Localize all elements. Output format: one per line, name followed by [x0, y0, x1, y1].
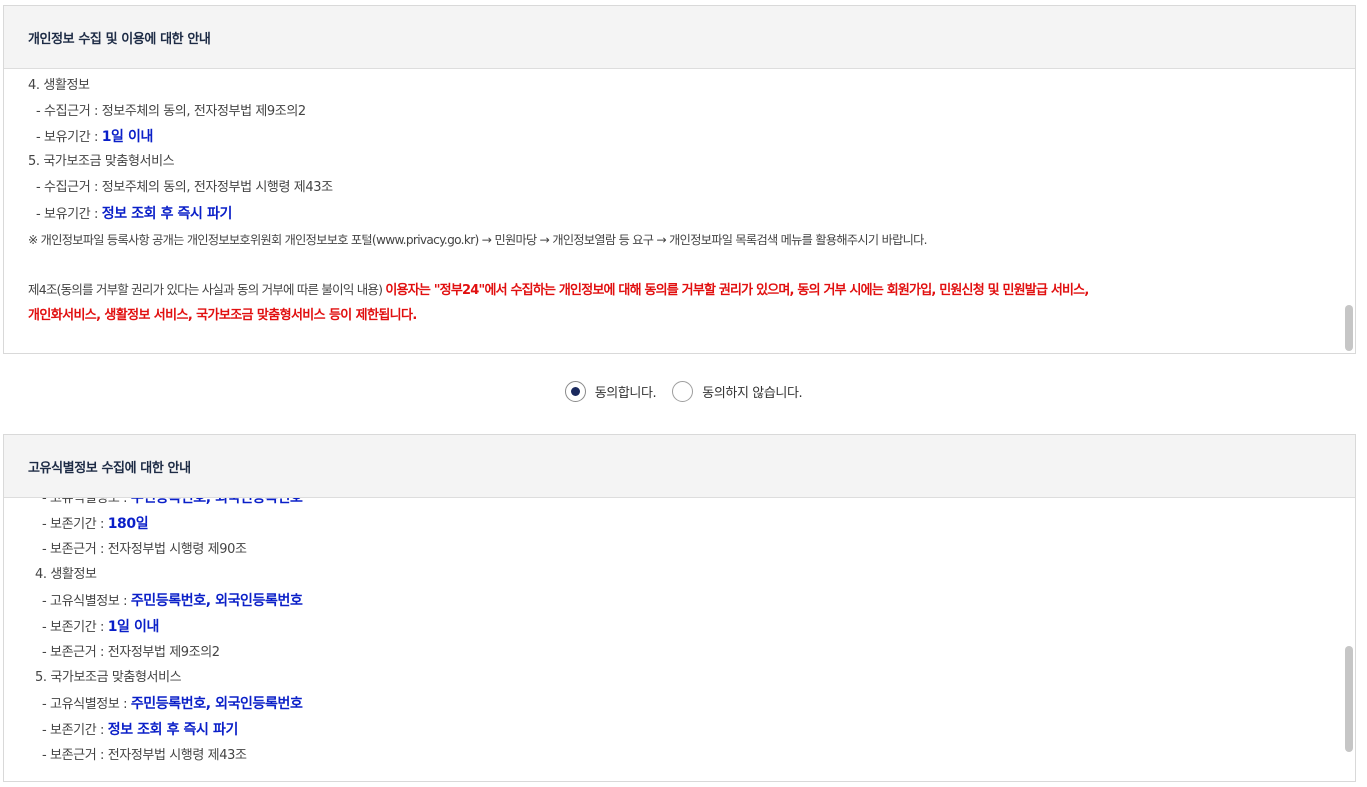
- agree-radio[interactable]: 동의합니다.: [564, 380, 657, 402]
- agree-radio-label[interactable]: 동의합니다.: [595, 382, 657, 401]
- item4-period: - 보유기간 : 1일 이내: [36, 124, 153, 150]
- unique-id-notice-body[interactable]: - 고유식별정보 : 주민등록번호, 외국인등록번호 - 보존기간 : 180일…: [4, 498, 1355, 781]
- item4-basis-value: 정보주체의 동의, 전자정부법 제9조의2: [101, 104, 306, 119]
- article4-line1: 제4조(동의를 거부할 권리가 있다는 사실과 동의 거부에 따른 불이익 내용…: [28, 277, 1089, 303]
- prev-basis: - 보존근거 : 전자정부법 시행령 제90조: [42, 537, 247, 563]
- article4-intro: 제4조(동의를 거부할 권리가 있다는 사실과 동의 거부에 따른 불이익 내용…: [28, 282, 386, 297]
- p2-item4-basis-value: 전자정부법 제9조의2: [107, 645, 220, 660]
- agree-radio-circle[interactable]: [564, 380, 586, 402]
- item5-period-value: 정보 조회 후 즉시 파기: [101, 206, 233, 222]
- privacy-notice-scrollbar[interactable]: [1345, 305, 1353, 351]
- clipped-id-value: 주민등록번호, 외국인등록번호: [130, 498, 303, 506]
- item4-heading: 4. 생활정보: [28, 78, 90, 93]
- p2-item4-heading: 4. 생활정보: [35, 567, 97, 582]
- privacy-notice-body[interactable]: 4. 생활정보 - 수집근거 : 정보주체의 동의, 전자정부법 제9조의2 -…: [4, 69, 1355, 353]
- p2-item4-period: - 보존기간 : 1일 이내: [42, 614, 159, 640]
- unique-id-notice-title: 고유식별정보 수집에 대한 안내: [4, 435, 1355, 498]
- privacy-portal-note: ※ 개인정보파일 등록사항 공개는 개인정보보호위원회 개인정보보호 포털(ww…: [28, 233, 928, 247]
- item4-period-label: - 보유기간 :: [36, 130, 102, 145]
- p2-item4-basis-label: - 보존근거 :: [42, 645, 108, 660]
- prev-period: - 보존기간 : 180일: [42, 511, 149, 537]
- p2-item4-id-value: 주민등록번호, 외국인등록번호: [130, 593, 303, 609]
- p2-item4-period-value: 1일 이내: [107, 619, 160, 635]
- item4-basis-label: - 수집근거 :: [36, 104, 102, 119]
- item5-heading: 5. 국가보조금 맞춤형서비스: [28, 154, 175, 169]
- disagree-radio[interactable]: 동의하지 않습니다.: [672, 380, 803, 402]
- unique-id-notice-panel: 고유식별정보 수집에 대한 안내 - 고유식별정보 : 주민등록번호, 외국인등…: [3, 434, 1356, 782]
- clipped-id-label: - 고유식별정보 :: [42, 498, 131, 506]
- p2-item5-period-label: - 보존기간 :: [42, 723, 108, 738]
- p2-item5-basis: - 보존근거 : 전자정부법 시행령 제43조: [42, 743, 247, 769]
- p2-item4-basis: - 보존근거 : 전자정부법 제9조의2: [42, 640, 220, 666]
- p2-item5-id: - 고유식별정보 : 주민등록번호, 외국인등록번호: [42, 691, 303, 717]
- prev-period-value: 180일: [107, 516, 149, 532]
- item4-basis: - 수집근거 : 정보주체의 동의, 전자정부법 제9조의2: [36, 99, 306, 125]
- p2-item5-basis-value: 전자정부법 시행령 제43조: [107, 748, 247, 763]
- item5-period-label: - 보유기간 :: [36, 207, 102, 222]
- disagree-radio-label[interactable]: 동의하지 않습니다.: [702, 382, 802, 401]
- article4-warning-part2: 개인화서비스, 생활정보 서비스, 국가보조금 맞춤형서비스 등이 제한됩니다.: [28, 308, 417, 323]
- p2-item5-heading: 5. 국가보조금 맞춤형서비스: [35, 670, 182, 685]
- disagree-radio-circle[interactable]: [672, 380, 694, 402]
- p2-item4-id: - 고유식별정보 : 주민등록번호, 외국인등록번호: [42, 588, 303, 614]
- p2-item4-period-label: - 보존기간 :: [42, 620, 108, 635]
- agree-radio-selected-dot: [570, 386, 580, 396]
- item5-basis: - 수집근거 : 정보주체의 동의, 전자정부법 시행령 제43조: [36, 175, 333, 201]
- p2-item5-id-label: - 고유식별정보 :: [42, 697, 131, 712]
- prev-period-label: - 보존기간 :: [42, 517, 108, 532]
- p2-item4-id-label: - 고유식별정보 :: [42, 594, 131, 609]
- article4-line2: 개인화서비스, 생활정보 서비스, 국가보조금 맞춤형서비스 등이 제한됩니다.: [28, 303, 417, 329]
- consent-radio-group: 동의합니다. 동의하지 않습니다.: [0, 377, 1367, 405]
- p2-item5-id-value: 주민등록번호, 외국인등록번호: [130, 696, 303, 712]
- privacy-notice-panel: 개인정보 수집 및 이용에 대한 안내 4. 생활정보 - 수집근거 : 정보주…: [3, 5, 1356, 354]
- prev-basis-value: 전자정부법 시행령 제90조: [107, 542, 247, 557]
- item4-period-value: 1일 이내: [101, 129, 154, 145]
- item5-basis-label: - 수집근거 :: [36, 180, 102, 195]
- privacy-notice-title: 개인정보 수집 및 이용에 대한 안내: [4, 6, 1355, 69]
- item5-basis-value: 정보주체의 동의, 전자정부법 시행령 제43조: [101, 180, 333, 195]
- article4-warning-part1: 이용자는 "정부24"에서 수집하는 개인정보에 대해 동의를 거부할 권리가 …: [385, 283, 1089, 298]
- prev-basis-label: - 보존근거 :: [42, 542, 108, 557]
- p2-item5-period-value: 정보 조회 후 즉시 파기: [107, 722, 239, 738]
- p2-item5-period: - 보존기간 : 정보 조회 후 즉시 파기: [42, 717, 238, 743]
- item5-period: - 보유기간 : 정보 조회 후 즉시 파기: [36, 201, 232, 227]
- unique-id-notice-scrollbar[interactable]: [1345, 646, 1353, 752]
- p2-item5-basis-label: - 보존근거 :: [42, 748, 108, 763]
- clipped-id-row: - 고유식별정보 : 주민등록번호, 외국인등록번호: [42, 498, 303, 511]
